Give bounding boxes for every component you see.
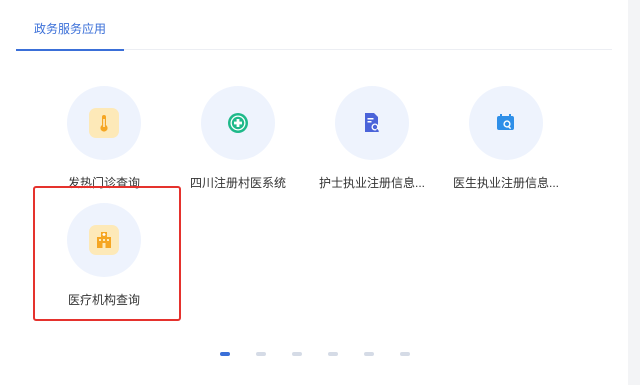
scrollbar-track xyxy=(628,0,640,385)
medical-cross-icon xyxy=(223,108,253,138)
app-icon-circle xyxy=(67,86,141,160)
calendar-search-icon xyxy=(491,108,521,138)
tab-label: 政务服务应用 xyxy=(33,22,106,36)
tab-active-underline xyxy=(16,49,124,51)
pagination-dot-1[interactable] xyxy=(220,352,230,356)
app-doctor-registration-info[interactable]: 医生执业注册信息... xyxy=(441,86,571,198)
document-search-icon xyxy=(357,108,387,138)
pagination-dots xyxy=(218,352,418,358)
app-label: 护士执业注册信息... xyxy=(318,176,425,190)
thermometer-icon xyxy=(89,108,119,138)
pagination-dot-6[interactable] xyxy=(400,352,410,356)
app-label: 四川注册村医系统 xyxy=(189,176,286,190)
app-fever-clinic-query[interactable]: 发热门诊查询 xyxy=(39,86,169,198)
pagination-dot-5[interactable] xyxy=(364,352,374,356)
app-icon-circle xyxy=(201,86,275,160)
tab-bar: 政务服务应用 xyxy=(16,0,612,51)
tab-government-services[interactable]: 政务服务应用 xyxy=(16,20,124,51)
pagination-dot-2[interactable] xyxy=(256,352,266,356)
selection-highlight-box xyxy=(33,186,181,321)
pagination-dot-4[interactable] xyxy=(328,352,338,356)
app-nurse-registration-info[interactable]: 护士执业注册信息... xyxy=(307,86,437,198)
app-icon-circle xyxy=(469,86,543,160)
pagination-dot-3[interactable] xyxy=(292,352,302,356)
app-icon-circle xyxy=(335,86,409,160)
app-label: 医生执业注册信息... xyxy=(452,176,559,190)
app-sichuan-village-doctor-system[interactable]: 四川注册村医系统 xyxy=(173,86,303,198)
